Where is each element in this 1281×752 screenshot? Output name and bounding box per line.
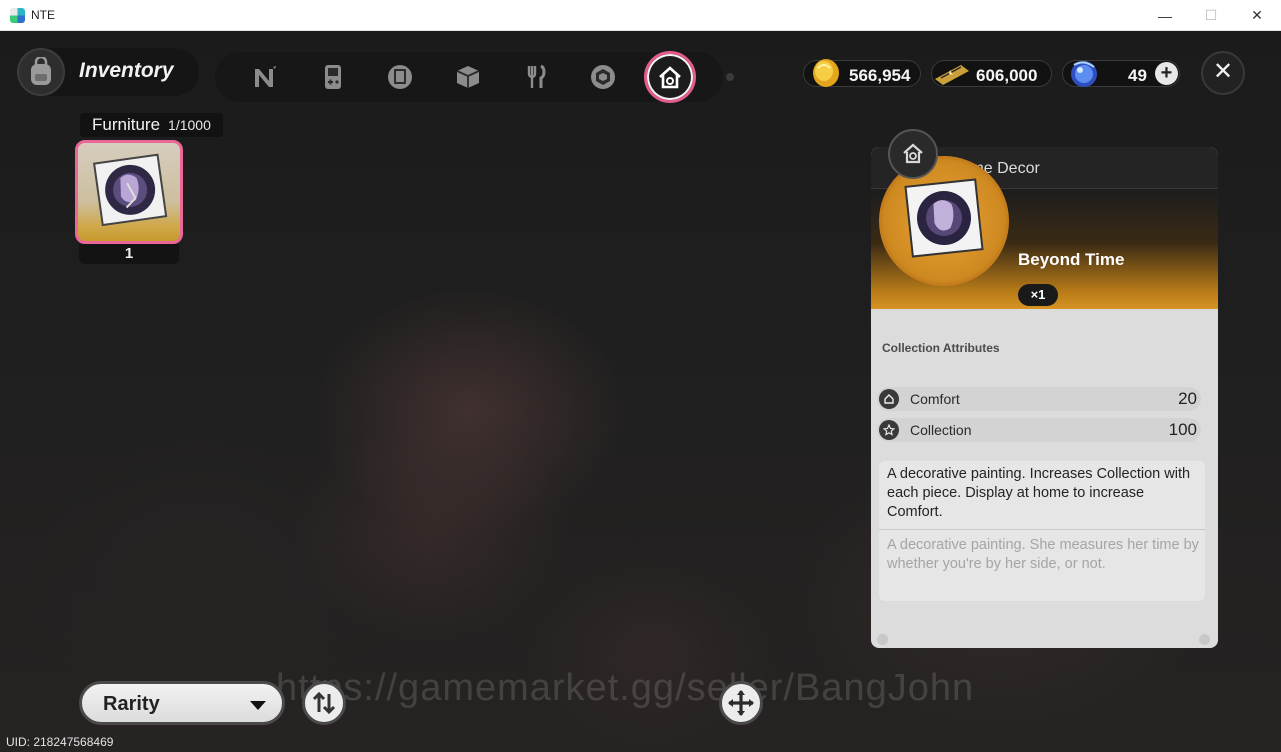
- minimize-button[interactable]: —: [1142, 0, 1188, 31]
- item-description: A decorative painting. Increases Collect…: [887, 466, 1191, 520]
- category-name: Furniture: [92, 115, 161, 134]
- inventory-category-label: Furniture 1/1000: [80, 113, 223, 137]
- book-icon: [388, 65, 412, 89]
- cube-stamp-icon: [591, 65, 615, 89]
- item-portrait: [879, 156, 1009, 286]
- window-titlebar: NTE — ☐ ✕: [0, 0, 1281, 31]
- user-id: UID: 218247568469: [6, 735, 114, 749]
- tab-handheld[interactable]: [314, 58, 352, 96]
- tab-book[interactable]: [381, 58, 419, 96]
- painting-thumbnail-icon: [92, 153, 168, 227]
- painting-preview-icon: [904, 178, 984, 258]
- dpad-button[interactable]: [719, 681, 763, 725]
- house-gear-icon: [888, 129, 938, 179]
- panel-corner-dot: [1199, 634, 1210, 645]
- tab-box[interactable]: [449, 58, 487, 96]
- close-inventory-button[interactable]: ✕: [1201, 51, 1245, 95]
- divider: [879, 529, 1205, 530]
- attribute-collection: Collection 100: [877, 418, 1201, 442]
- sort-order-button[interactable]: [302, 681, 346, 725]
- description-box: A decorative painting. Increases Collect…: [879, 461, 1205, 601]
- handheld-console-icon: [325, 65, 341, 89]
- sort-rarity-dropdown[interactable]: Rarity: [79, 681, 285, 725]
- fork-knife-icon: [527, 64, 546, 88]
- chevron-down-icon: [250, 701, 266, 710]
- crystal-orb-icon: [1071, 61, 1097, 87]
- attribute-label: Comfort: [910, 391, 960, 407]
- app-logo-icon: [10, 8, 25, 23]
- item-quantity: 1: [79, 244, 179, 264]
- currency-crystal-value: 49: [1128, 66, 1147, 85]
- sort-arrows-icon: [312, 691, 336, 715]
- item-slot-beyond-time[interactable]: [75, 140, 183, 244]
- attributes-title: Collection Attributes: [882, 341, 1000, 355]
- item-detail-panel: Home Decor Beyond Time ×1 Collection Att…: [871, 147, 1218, 648]
- home-decor-icon: [659, 66, 681, 89]
- star-icon: [879, 420, 899, 440]
- panel-corner-dot: [877, 634, 888, 645]
- attribute-label: Collection: [910, 422, 972, 438]
- tab-n-logo[interactable]: [246, 58, 284, 96]
- window-title: NTE: [31, 8, 55, 22]
- backpack-icon: [17, 48, 65, 96]
- category-capacity: 1/1000: [168, 117, 211, 133]
- page-title: Inventory: [79, 59, 174, 82]
- n-logo-icon: [255, 66, 276, 87]
- watermark-text: https://gamemarket.gg/seller/BangJohn: [276, 667, 975, 709]
- tabbar-end-dot: [726, 73, 734, 81]
- tab-materials[interactable]: [584, 58, 622, 96]
- attribute-value: 20: [1178, 389, 1197, 408]
- item-stack-count: ×1: [1018, 284, 1058, 306]
- item-name: Beyond Time: [1018, 250, 1125, 269]
- window-close-button[interactable]: ✕: [1234, 0, 1280, 31]
- attribute-value: 100: [1168, 420, 1197, 439]
- comfort-icon: [879, 389, 899, 409]
- game-viewport: Inventory 566,954 606,000 49 + ✕ Furnitu…: [0, 31, 1281, 752]
- box-icon: [456, 66, 480, 88]
- maximize-button[interactable]: ☐: [1188, 0, 1234, 31]
- currency-ticket-value: 606,000: [976, 66, 1038, 85]
- tab-food[interactable]: [517, 58, 555, 96]
- add-currency-button[interactable]: +: [1155, 62, 1178, 85]
- sort-label: Rarity: [103, 693, 160, 715]
- dpad-icon: [728, 690, 754, 716]
- ticket-icon: [935, 65, 969, 85]
- item-flavor-text: A decorative painting. She measures her …: [887, 537, 1199, 572]
- currency-gold-value: 566,954: [849, 66, 911, 85]
- tab-home-decor[interactable]: [644, 51, 696, 103]
- gold-coin-icon: [813, 59, 839, 87]
- attribute-comfort: Comfort 20: [877, 387, 1201, 411]
